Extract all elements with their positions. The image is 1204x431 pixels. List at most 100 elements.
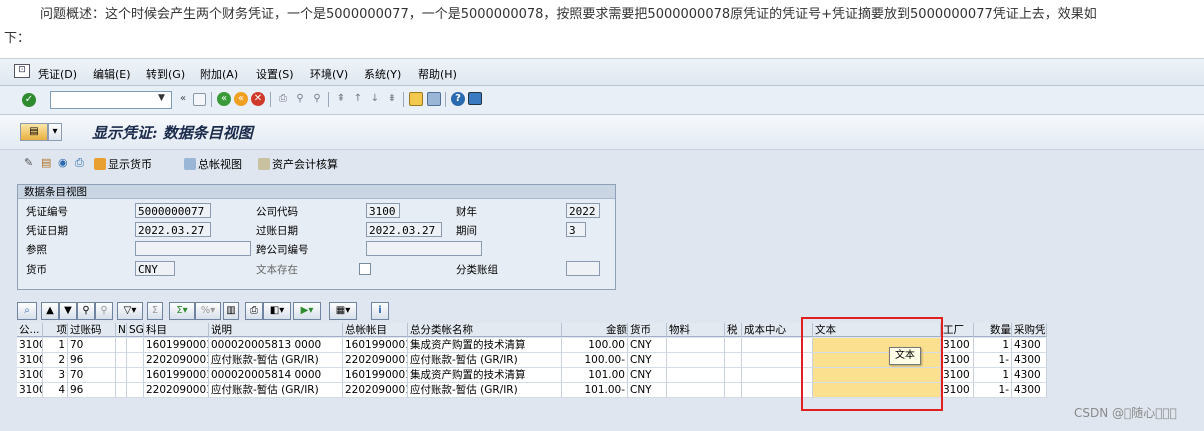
grid-header-gl_name[interactable]: 总分类帐名称 xyxy=(408,323,562,337)
grid-header-pk[interactable]: 过账码 xyxy=(68,323,116,337)
grid-header-po[interactable]: 采购凭 xyxy=(1012,323,1047,337)
back-history-icon[interactable]: « xyxy=(176,92,190,106)
grid-header-account[interactable]: 科目 xyxy=(144,323,209,337)
cell-qty[interactable]: 1 xyxy=(974,338,1012,353)
help-icon[interactable]: ? xyxy=(451,92,465,106)
cell-sg[interactable] xyxy=(127,353,144,368)
cell-tax[interactable] xyxy=(725,383,742,398)
sort-ascending-icon[interactable]: ▲ xyxy=(41,302,59,320)
cell-amount[interactable]: 101.00 xyxy=(562,368,628,383)
cell-plant[interactable]: 3100 xyxy=(941,353,974,368)
print-icon[interactable]: ⎙ xyxy=(276,92,290,106)
currency-field[interactable]: CNY xyxy=(135,261,175,276)
cell-gl_name[interactable]: 应付账款-暂估 (GR/IR) xyxy=(408,353,562,368)
cell-pk[interactable]: 70 xyxy=(68,338,116,353)
menu-goto[interactable]: 转到(G) xyxy=(146,66,185,82)
sort-descending-icon[interactable]: ▼ xyxy=(59,302,77,320)
cell-po[interactable]: 4300 xyxy=(1012,383,1047,398)
cell-n[interactable] xyxy=(116,368,127,383)
save-icon[interactable] xyxy=(193,93,206,106)
cell-qty[interactable]: 1- xyxy=(974,383,1012,398)
cell-pk[interactable]: 70 xyxy=(68,368,116,383)
find-icon[interactable]: ⚲ xyxy=(293,92,307,106)
shortcut-icon[interactable] xyxy=(427,92,441,106)
gl-view-button[interactable]: 总帐视图 xyxy=(184,156,242,172)
menu-document[interactable]: 凭证(D) xyxy=(38,66,77,82)
cell-desc[interactable]: 000020005813 0000 xyxy=(209,338,343,353)
asset-accounting-button[interactable]: 资产会计核算 xyxy=(258,156,338,172)
cell-plant[interactable]: 3100 xyxy=(941,338,974,353)
create-session-icon[interactable] xyxy=(409,92,423,106)
menu-help[interactable]: 帮助(H) xyxy=(418,66,457,82)
find-icon[interactable]: ⚲ xyxy=(77,302,95,320)
menu-edit[interactable]: 编辑(E) xyxy=(93,66,131,82)
print-preview-icon[interactable]: ⎙ xyxy=(245,302,263,320)
cell-sg[interactable] xyxy=(127,368,144,383)
cell-currency[interactable]: CNY xyxy=(628,383,667,398)
posting-date-field[interactable]: 2022.03.27 xyxy=(366,222,442,237)
grid-header-amount[interactable]: 金额 xyxy=(562,323,628,337)
layout-icon[interactable]: ▦▾ xyxy=(329,302,357,320)
cell-pk[interactable]: 96 xyxy=(68,383,116,398)
grid-header-qty[interactable]: 数量 xyxy=(974,323,1012,337)
cell-sg[interactable] xyxy=(127,383,144,398)
cell-po[interactable]: 4300 xyxy=(1012,338,1047,353)
cell-n[interactable] xyxy=(116,353,127,368)
fiscal-year-field[interactable]: 2022 xyxy=(566,203,600,218)
cell-account[interactable]: 2202090001 xyxy=(144,353,209,368)
cell-account[interactable]: 1601990001 xyxy=(144,368,209,383)
cell-mat[interactable] xyxy=(667,353,725,368)
cell-desc[interactable]: 应付账款-暂估 (GR/IR) xyxy=(209,383,343,398)
cell-cc[interactable]: 3100 xyxy=(17,368,43,383)
grid-header-sg[interactable]: SG xyxy=(127,323,144,337)
doc-number-field[interactable]: 5000000077 xyxy=(135,203,211,218)
cell-n[interactable] xyxy=(116,338,127,353)
cell-gl_name[interactable]: 应付账款-暂估 (GR/IR) xyxy=(408,383,562,398)
company-code-field[interactable]: 3100 xyxy=(366,203,400,218)
cell-item[interactable]: 1 xyxy=(43,338,68,353)
other-doc-icon[interactable]: ▤ xyxy=(41,156,51,169)
menu-extras[interactable]: 附加(A) xyxy=(200,66,238,82)
display-doc-icon[interactable]: ◉ xyxy=(58,156,68,169)
text-exists-checkbox[interactable] xyxy=(359,263,371,275)
menu-environment[interactable]: 环境(V) xyxy=(310,66,348,82)
cell-po[interactable]: 4300 xyxy=(1012,353,1047,368)
cell-cc[interactable]: 3100 xyxy=(17,383,43,398)
cell-currency[interactable]: CNY xyxy=(628,368,667,383)
info-icon[interactable]: i xyxy=(371,302,389,320)
display-change-icon[interactable]: ✎ xyxy=(24,156,33,169)
command-dropdown-icon[interactable]: ▼ xyxy=(158,93,165,103)
menu-settings[interactable]: 设置(S) xyxy=(256,66,294,82)
grid-header-mat[interactable]: 物料 xyxy=(667,323,725,337)
sum-icon[interactable]: Σ▾ xyxy=(169,302,195,320)
customize-layout-icon[interactable] xyxy=(468,92,482,105)
cell-gl[interactable]: 1601990001 xyxy=(343,338,408,353)
views-icon[interactable]: ◧▾ xyxy=(263,302,291,320)
cell-item[interactable]: 4 xyxy=(43,383,68,398)
reference-field[interactable] xyxy=(135,241,251,256)
command-field[interactable] xyxy=(50,91,172,109)
find-next-icon[interactable]: ⚲ xyxy=(310,92,324,106)
menu-system[interactable]: 系统(Y) xyxy=(364,66,401,82)
ledger-group-field[interactable] xyxy=(566,261,600,276)
grid-header-cc[interactable]: 公... xyxy=(17,323,43,337)
cancel-icon[interactable]: ✕ xyxy=(251,92,265,106)
enter-check-icon[interactable]: ✓ xyxy=(22,93,36,107)
cell-mat[interactable] xyxy=(667,368,725,383)
cell-tax[interactable] xyxy=(725,353,742,368)
cell-tax[interactable] xyxy=(725,338,742,353)
cell-currency[interactable]: CNY xyxy=(628,338,667,353)
grid-header-desc[interactable]: 说明 xyxy=(209,323,343,337)
cell-desc[interactable]: 000020005814 0000 xyxy=(209,368,343,383)
cell-qty[interactable]: 1 xyxy=(974,368,1012,383)
cell-plant[interactable]: 3100 xyxy=(941,383,974,398)
cell-mat[interactable] xyxy=(667,383,725,398)
cross-company-field[interactable] xyxy=(366,241,482,256)
column-icon[interactable]: ▥ xyxy=(223,302,239,320)
filter-icon[interactable]: ▽▾ xyxy=(117,302,143,320)
title-menu-dropdown-icon[interactable]: ▾ xyxy=(48,123,62,141)
cell-amount[interactable]: 100.00 xyxy=(562,338,628,353)
previous-page-icon[interactable]: ↑ xyxy=(351,92,365,106)
cell-gl_name[interactable]: 集成资产购置的技术清算 xyxy=(408,368,562,383)
cell-pk[interactable]: 96 xyxy=(68,353,116,368)
